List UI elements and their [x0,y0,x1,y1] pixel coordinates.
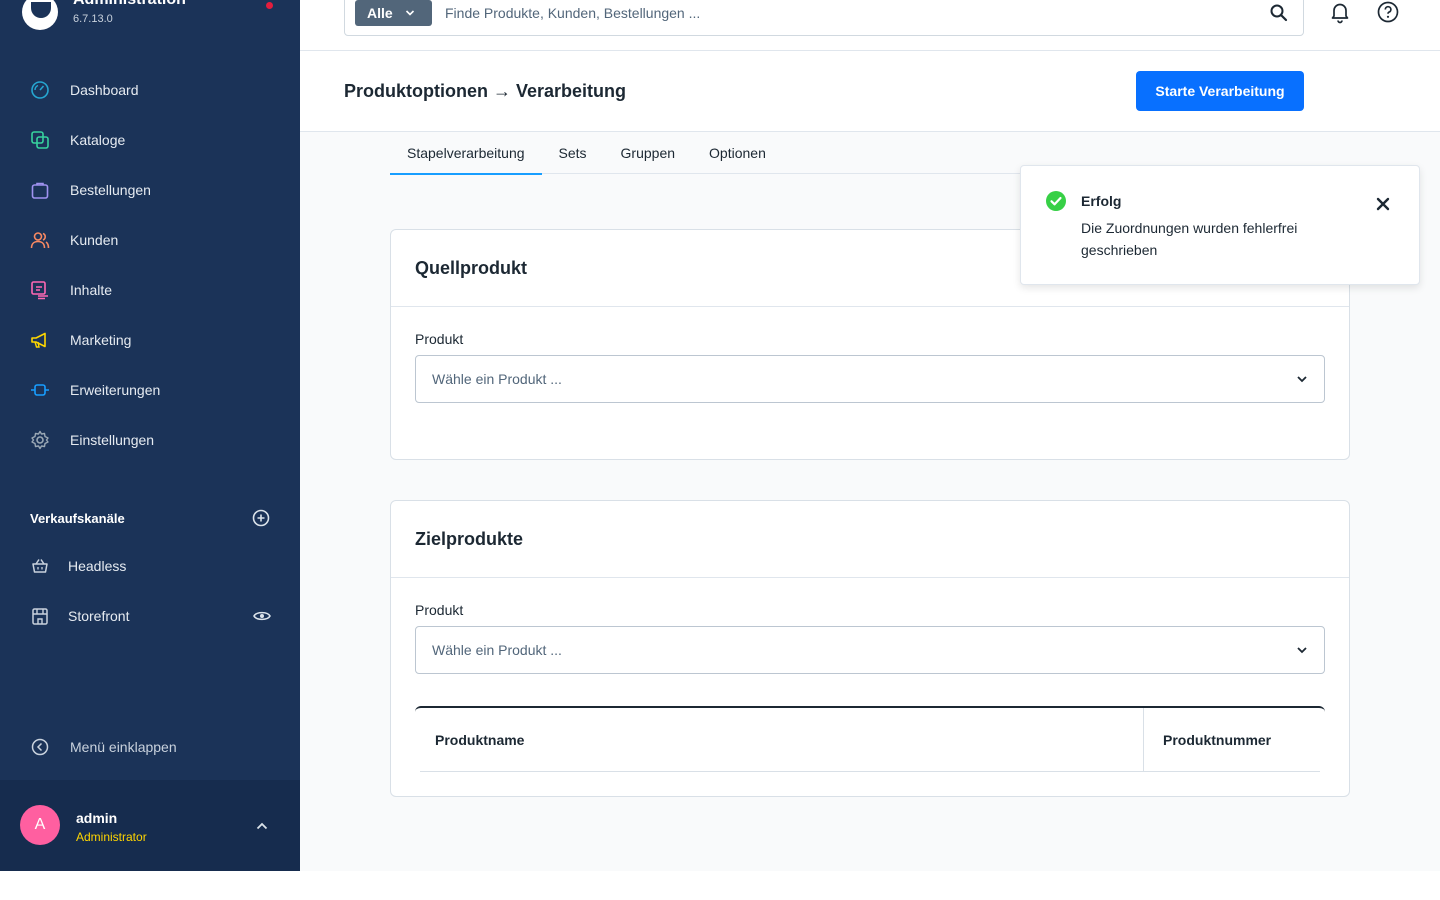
shopware-logo-icon [22,0,58,30]
chevron-up-icon[interactable] [254,818,270,834]
nav-item-customers[interactable]: Kunden [0,215,300,265]
nav-label: Bestellungen [70,182,151,198]
nav-item-extensions[interactable]: Erweiterungen [0,365,300,415]
avatar: A [20,805,60,845]
basket-icon [30,556,50,576]
catalog-icon [30,130,50,150]
nav-item-marketing[interactable]: Marketing [0,315,300,365]
brand[interactable]: Administration 6.7.13.0 [22,0,186,30]
smart-bar: Produktoptionen → Verarbeitung Starte Ve… [300,51,1440,132]
close-icon[interactable] [1375,196,1391,212]
column-header-product-number[interactable]: Produktnummer [1163,708,1271,772]
search-icon[interactable] [1267,1,1291,25]
app-version: 6.7.13.0 [73,13,113,25]
nav-label: Marketing [70,332,132,348]
success-notification: Erfolg Die Zuordnungen wurden fehlerfrei… [1020,165,1420,285]
extensions-icon [30,380,50,400]
storefront-icon [30,606,50,626]
nav-item-content[interactable]: Inhalte [0,265,300,315]
tab-groups[interactable]: Gruppen [604,132,692,174]
marketing-icon [30,330,50,350]
chevron-down-icon [1297,647,1307,654]
select-placeholder: Wähle ein Produkt ... [432,642,562,658]
app-title: Administration [73,0,186,10]
sales-channel-label: Storefront [68,608,130,624]
content-icon [30,280,50,300]
global-search: Alle [344,0,1304,36]
customers-icon [30,230,50,250]
notification-title: Erfolg [1081,193,1122,209]
nav-label: Inhalte [70,282,113,298]
target-product-select[interactable]: Wähle ein Produkt ... [415,626,1325,674]
main-navigation: Dashboard Kataloge Bestellungen Kunden I… [0,65,300,465]
update-indicator [266,2,273,9]
user-role: Administrator [76,830,147,844]
chevron-down-icon [405,10,414,16]
column-divider [1143,708,1144,772]
column-header-product-name[interactable]: Produktname [435,708,524,772]
bell-icon[interactable] [1328,0,1352,24]
notification-message: Die Zuordnungen wurden fehlerfrei geschr… [1081,220,1298,258]
user-name: admin [76,810,118,826]
chevron-left-circle-icon [30,737,50,757]
product-field-label: Produkt [415,331,464,347]
check-circle-icon [1046,191,1066,211]
add-sales-channel-icon[interactable] [252,509,270,527]
search-type-dropdown[interactable]: Alle [355,0,432,26]
tab-sets[interactable]: Sets [542,132,604,174]
target-products-card: Zielprodukte Produkt Wähle ein Produkt .… [390,500,1350,797]
start-processing-button[interactable]: Starte Verarbeitung [1136,71,1304,111]
sales-channel-list: Headless Storefront [0,541,300,641]
tab-options[interactable]: Optionen [692,132,783,174]
nav-label: Einstellungen [70,432,155,448]
card-title: Zielprodukte [391,501,1349,578]
settings-icon [30,430,50,450]
nav-label: Erweiterungen [70,382,161,398]
sales-channel-headless[interactable]: Headless [0,541,300,591]
target-products-grid: Produktname Produktnummer [415,706,1325,772]
chevron-down-icon [1297,376,1307,383]
dashboard-icon [30,80,50,100]
help-icon[interactable] [1376,0,1400,24]
source-product-select[interactable]: Wähle ein Produkt ... [415,355,1325,403]
search-type-label: Alle [367,5,393,21]
sales-channel-storefront[interactable]: Storefront [0,591,300,641]
nav-label: Kataloge [70,132,126,148]
user-panel[interactable]: A admin Administrator [0,780,300,871]
orders-icon [30,180,50,200]
header-divider [420,771,1320,772]
nav-item-settings[interactable]: Einstellungen [0,415,300,465]
nav-item-dashboard[interactable]: Dashboard [0,65,300,115]
search-input[interactable] [445,0,1225,27]
collapse-menu-button[interactable]: Menü einklappen [30,737,177,757]
tab-batch-processing[interactable]: Stapelverarbeitung [390,132,542,175]
select-placeholder: Wähle ein Produkt ... [432,371,562,387]
product-field-label: Produkt [415,602,464,618]
nav-label: Dashboard [70,82,139,98]
page-title: Produktoptionen → Verarbeitung [344,81,627,101]
sales-channels-title: Verkaufskanäle [30,510,125,526]
top-bar: Alle [300,0,1440,51]
admin-sidebar: Administration 6.7.13.0 Dashboard Katalo… [0,0,300,871]
sales-channel-label: Headless [68,558,127,574]
collapse-menu-label: Menü einklappen [70,739,177,755]
page-footer-area [0,871,1440,900]
sales-channels-header: Verkaufskanäle [30,509,270,527]
nav-label: Kunden [70,232,119,248]
eye-icon[interactable] [253,608,271,624]
nav-item-catalog[interactable]: Kataloge [0,115,300,165]
nav-item-orders[interactable]: Bestellungen [0,165,300,215]
